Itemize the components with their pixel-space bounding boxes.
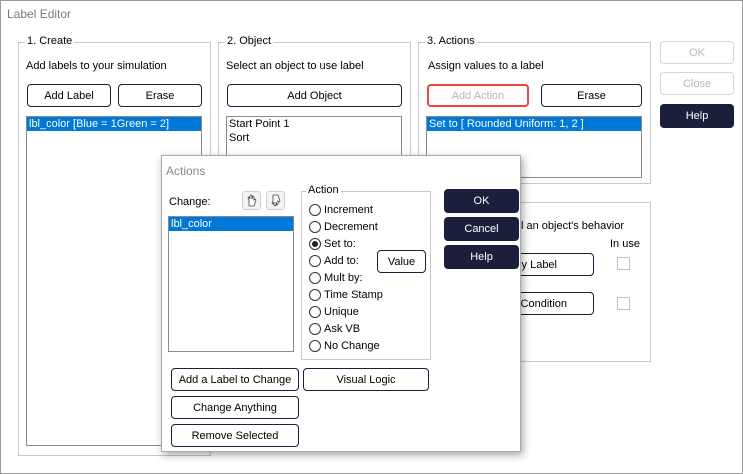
- change-list[interactable]: lbl_color: [168, 216, 294, 352]
- dialog-cancel-button[interactable]: Cancel: [444, 217, 519, 241]
- option-label: Time Stamp: [324, 289, 383, 301]
- actions-erase-button[interactable]: Erase: [541, 84, 642, 107]
- hand-down-icon[interactable]: [266, 191, 285, 210]
- dialog-title: Actions: [166, 164, 206, 178]
- add-label-to-change-button[interactable]: Add a Label to Change: [171, 368, 299, 391]
- actions-dialog: Actions Change: lbl_color Action Increme…: [161, 155, 521, 452]
- radio-icon: [309, 255, 321, 267]
- option-label: Increment: [324, 204, 373, 216]
- list-item[interactable]: Set to [ Rounded Uniform: 1, 2 ]: [427, 117, 641, 131]
- create-description: Add labels to your simulation: [26, 60, 167, 72]
- option-no-change[interactable]: No Change: [309, 338, 380, 354]
- help-button[interactable]: Help: [660, 104, 734, 128]
- option-increment[interactable]: Increment: [309, 202, 373, 218]
- behavior-description: l an object's behavior: [521, 220, 624, 232]
- radio-icon: [309, 221, 321, 233]
- visual-logic-button[interactable]: Visual Logic: [303, 368, 429, 391]
- option-mult-by[interactable]: Mult by:: [309, 270, 363, 286]
- add-action-button[interactable]: Add Action: [427, 84, 529, 107]
- radio-icon: [309, 238, 321, 250]
- radio-icon: [309, 204, 321, 216]
- object-description: Select an object to use label: [226, 60, 364, 72]
- list-item[interactable]: lbl_color [Blue = 1Green = 2]: [27, 117, 201, 131]
- create-group-title: 1. Create: [25, 35, 75, 47]
- option-add-to[interactable]: Add to:: [309, 253, 359, 269]
- option-time-stamp[interactable]: Time Stamp: [309, 287, 383, 303]
- change-label: Change:: [169, 196, 211, 208]
- in-use-checkbox-condition[interactable]: [617, 297, 630, 310]
- option-label: Add to:: [324, 255, 359, 267]
- radio-icon: [309, 340, 321, 352]
- radio-icon: [309, 289, 321, 301]
- dialog-help-button[interactable]: Help: [444, 245, 519, 269]
- add-object-button[interactable]: Add Object: [227, 84, 402, 107]
- action-group-title: Action: [306, 184, 341, 196]
- hand-up-icon[interactable]: [242, 191, 261, 210]
- option-label: Ask VB: [324, 323, 361, 335]
- list-item[interactable]: Start Point 1: [227, 117, 401, 131]
- radio-icon: [309, 272, 321, 284]
- option-label: Decrement: [324, 221, 378, 233]
- option-label: Mult by:: [324, 272, 363, 284]
- option-label: No Change: [324, 340, 380, 352]
- option-decrement[interactable]: Decrement: [309, 219, 378, 235]
- close-button[interactable]: Close: [660, 72, 734, 95]
- window-title: Label Editor: [7, 7, 72, 21]
- ok-button[interactable]: OK: [660, 41, 734, 64]
- radio-icon: [309, 306, 321, 318]
- list-item[interactable]: lbl_color: [169, 217, 293, 231]
- option-label: Unique: [324, 306, 359, 318]
- option-unique[interactable]: Unique: [309, 304, 359, 320]
- in-use-checkbox-label[interactable]: [617, 257, 630, 270]
- in-use-label: In use: [610, 238, 640, 250]
- dialog-ok-button[interactable]: OK: [444, 189, 519, 213]
- add-label-button[interactable]: Add Label: [27, 84, 111, 107]
- list-item[interactable]: Sort: [227, 131, 401, 145]
- radio-icon: [309, 323, 321, 335]
- option-set-to[interactable]: Set to:: [309, 236, 356, 252]
- value-button[interactable]: Value: [377, 250, 426, 273]
- actions-group-title: 3. Actions: [425, 35, 477, 47]
- option-ask-vb[interactable]: Ask VB: [309, 321, 360, 337]
- object-group-title: 2. Object: [225, 35, 274, 47]
- change-anything-button[interactable]: Change Anything: [171, 396, 299, 419]
- option-label: Set to:: [324, 238, 356, 250]
- actions-description: Assign values to a label: [428, 60, 544, 72]
- remove-selected-button[interactable]: Remove Selected: [171, 424, 299, 447]
- create-erase-button[interactable]: Erase: [118, 84, 202, 107]
